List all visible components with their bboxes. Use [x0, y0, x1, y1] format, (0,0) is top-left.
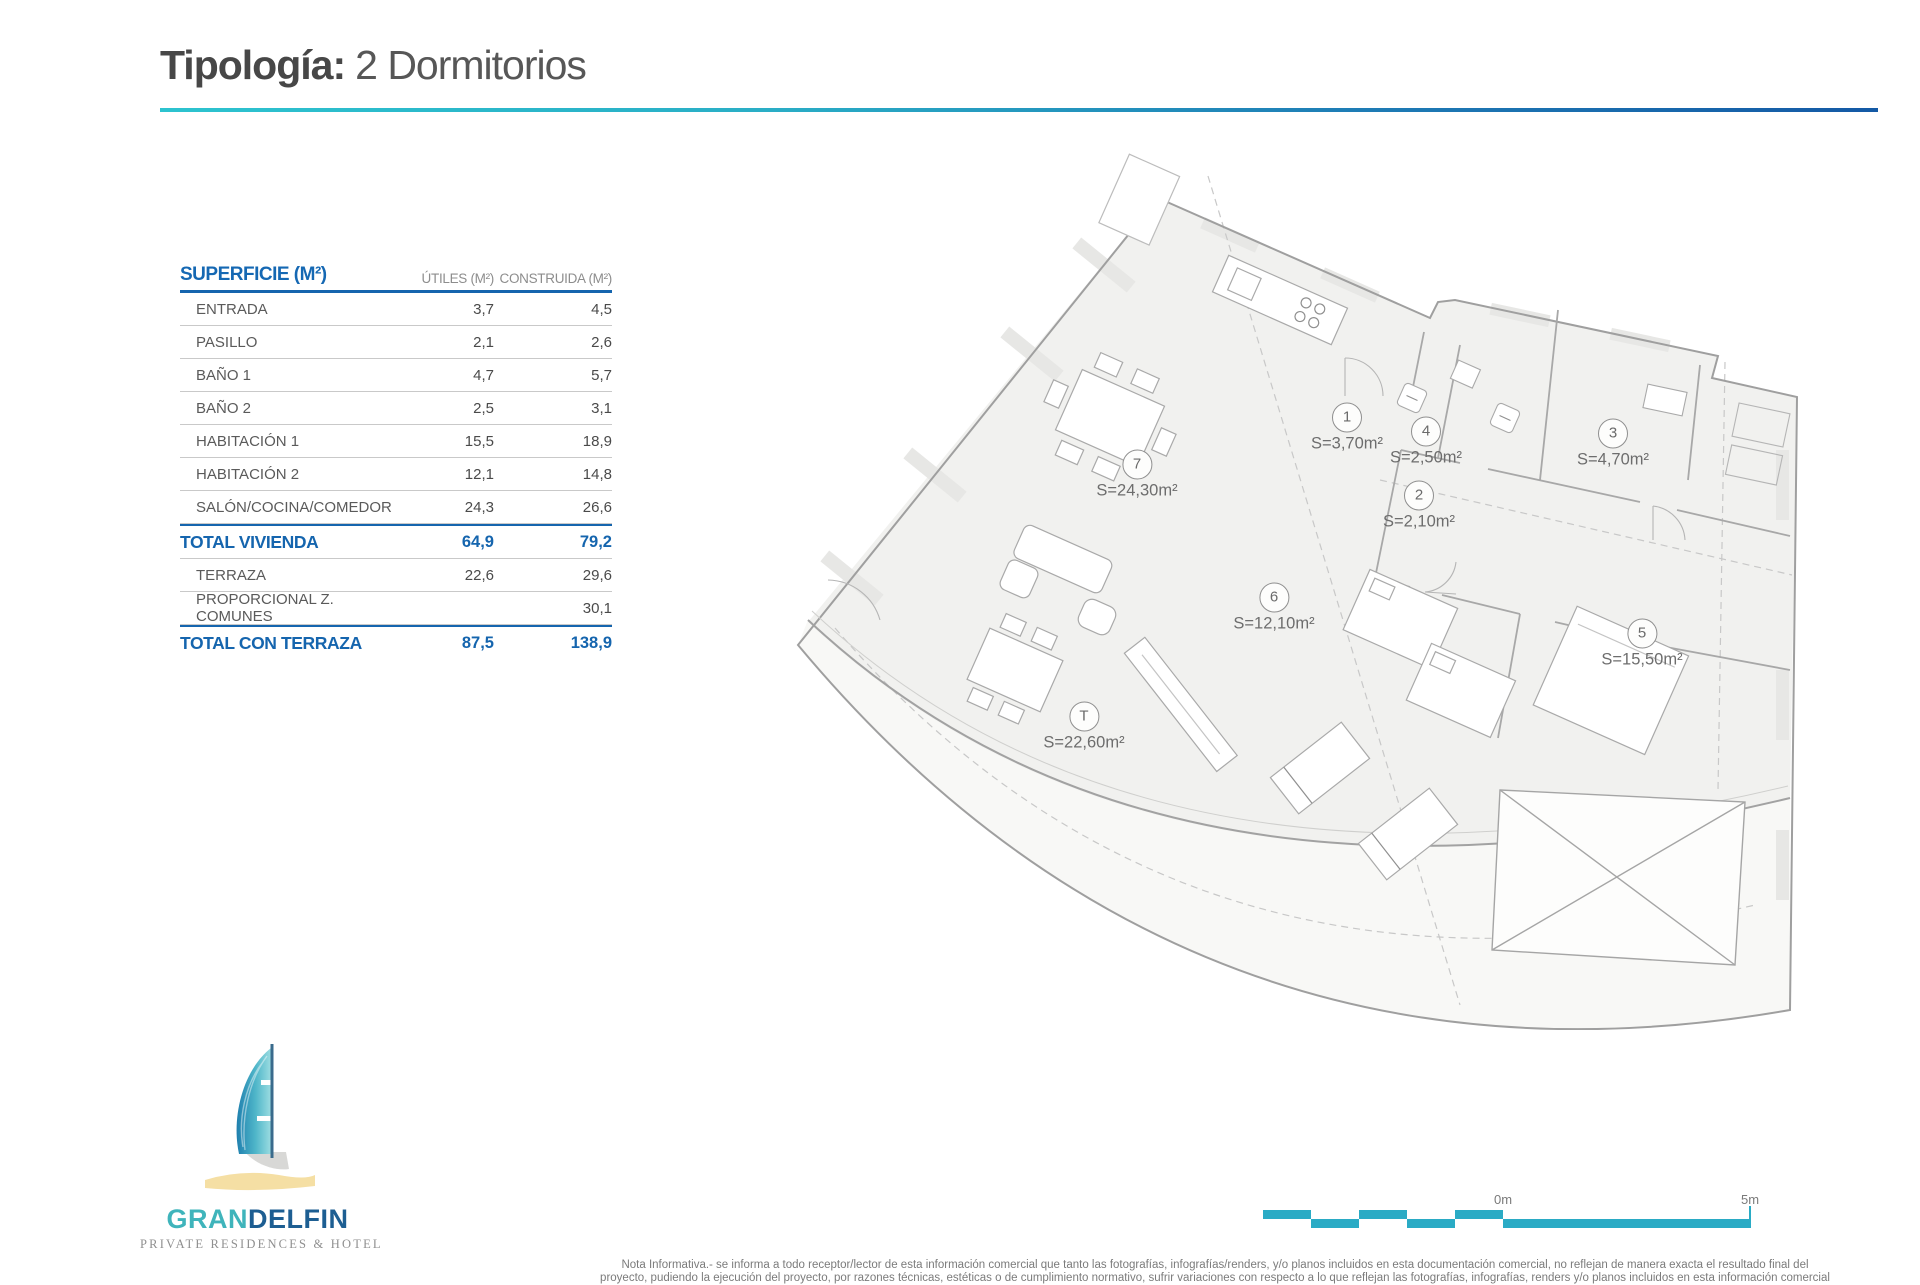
brand-second: DELFIN: [248, 1204, 349, 1234]
table-row: PROPORCIONAL Z. COMUNES 30,1: [180, 591, 612, 625]
row-utiles: 2,5: [473, 399, 494, 417]
row-construida: 3,1: [591, 399, 612, 417]
row-label: TOTAL CON TERRAZA: [180, 632, 362, 653]
row-construida: 29,6: [582, 566, 612, 584]
row-label: PROPORCIONAL Z. COMUNES: [196, 591, 334, 625]
row-label: PASILLO: [196, 333, 258, 351]
row-utiles: 15,5: [464, 432, 494, 450]
row-construida: 138,9: [570, 633, 612, 652]
sail-logo-icon: [204, 1044, 315, 1191]
surface-table: SUPERFICIE (M²) ÚTILES (M²) CONSTRUIDA (…: [180, 256, 612, 659]
table-row: HABITACIÓN 1 15,5 18,9: [180, 425, 612, 458]
row-utiles: 22,6: [464, 566, 494, 584]
row-utiles: 87,5: [461, 633, 494, 652]
brand-subtitle: PRIVATE RESIDENCES & HOTEL: [140, 1237, 383, 1251]
col-utiles: ÚTILES (M²): [421, 271, 495, 286]
row-utiles: 12,1: [464, 465, 494, 483]
scale-segment: [1311, 1219, 1359, 1228]
legal-note-line2: proyecto, pudiendo la ejecución del proy…: [600, 1272, 1830, 1284]
row-utiles: 4,7: [473, 366, 494, 384]
scale-five-label: 5m: [1740, 1192, 1760, 1207]
scale-zero-label: 0m: [1493, 1192, 1513, 1207]
scale-segment: [1455, 1210, 1503, 1219]
title-value: 2 Dormitorios: [355, 42, 587, 88]
row-construida: 2,6: [591, 333, 612, 351]
floorplan: 1 S=3,70m² 2 S=2,10m² 3 S=4,70m² 4 S=2,5…: [760, 150, 1850, 1030]
row-construida: 5,7: [591, 366, 612, 384]
row-construida: 30,1: [582, 599, 612, 617]
row-utiles: 64,9: [461, 532, 494, 551]
col-construida: CONSTRUIDA (M²): [499, 271, 613, 286]
brochure-page: { "title": { "prefix": "Tipología:", "va…: [0, 0, 1920, 1284]
col-superficie: SUPERFICIE (M²): [180, 264, 327, 285]
surface-table-header: SUPERFICIE (M²) ÚTILES (M²) CONSTRUIDA (…: [180, 256, 612, 293]
title-prefix: Tipología:: [160, 42, 346, 88]
table-row: BAÑO 1 4,7 5,7: [180, 359, 612, 392]
table-row: TERRAZA 22,6 29,6: [180, 558, 612, 592]
row-label: SALÓN/COCINA/COMEDOR: [196, 498, 392, 516]
floorplan-drawing: [796, 153, 1799, 1030]
row-construida: 14,8: [582, 465, 612, 483]
scale-segment: [1263, 1210, 1311, 1219]
legal-note: Nota Informativa.- se informa a todo rec…: [520, 1259, 1910, 1285]
title-underline: [160, 108, 1878, 112]
scale-bar: 0m 5m: [1263, 1192, 1763, 1237]
row-construida: 4,5: [591, 300, 612, 318]
row-construida: 26,6: [582, 498, 612, 516]
total-con-terraza-row: TOTAL CON TERRAZA 87,5 138,9: [180, 625, 612, 659]
row-construida: 18,9: [582, 432, 612, 450]
row-label: BAÑO 1: [196, 366, 252, 384]
row-utiles: 2,1: [473, 333, 494, 351]
table-row: ENTRADA 3,7 4,5: [180, 293, 612, 326]
page-title: Tipología: 2 Dormitorios: [160, 42, 587, 89]
table-row: SALÓN/COCINA/COMEDOR 24,3 26,6: [180, 491, 612, 524]
table-row: PASILLO 2,1 2,6: [180, 326, 612, 359]
row-label: HABITACIÓN 1: [196, 432, 300, 450]
total-vivienda-row: TOTAL VIVIENDA 64,9 79,2: [180, 524, 612, 558]
row-utiles: 3,7: [473, 300, 494, 318]
brand-name: GRANDELFIN: [140, 1204, 375, 1235]
row-label: TOTAL VIVIENDA: [180, 531, 319, 552]
row-label: HABITACIÓN 2: [196, 465, 300, 483]
brand-first: GRAN: [166, 1204, 248, 1234]
scale-end-tick: [1749, 1206, 1751, 1228]
table-row: HABITACIÓN 2 12,1 14,8: [180, 458, 612, 491]
row-label: TERRAZA: [196, 566, 267, 584]
scale-segment: [1407, 1219, 1455, 1228]
legal-note-line1: Nota Informativa.- se informa a todo rec…: [621, 1259, 1809, 1271]
row-label: ENTRADA: [196, 300, 268, 318]
table-row: BAÑO 2 2,5 3,1: [180, 392, 612, 425]
scale-segment: [1359, 1210, 1407, 1219]
row-utiles: 24,3: [464, 498, 494, 516]
brand-logo: GRANDELFIN PRIVATE RESIDENCES & HOTEL: [140, 1042, 383, 1252]
scale-bar-long: [1503, 1219, 1750, 1228]
row-label: BAÑO 2: [196, 399, 252, 417]
row-construida: 79,2: [579, 532, 612, 551]
